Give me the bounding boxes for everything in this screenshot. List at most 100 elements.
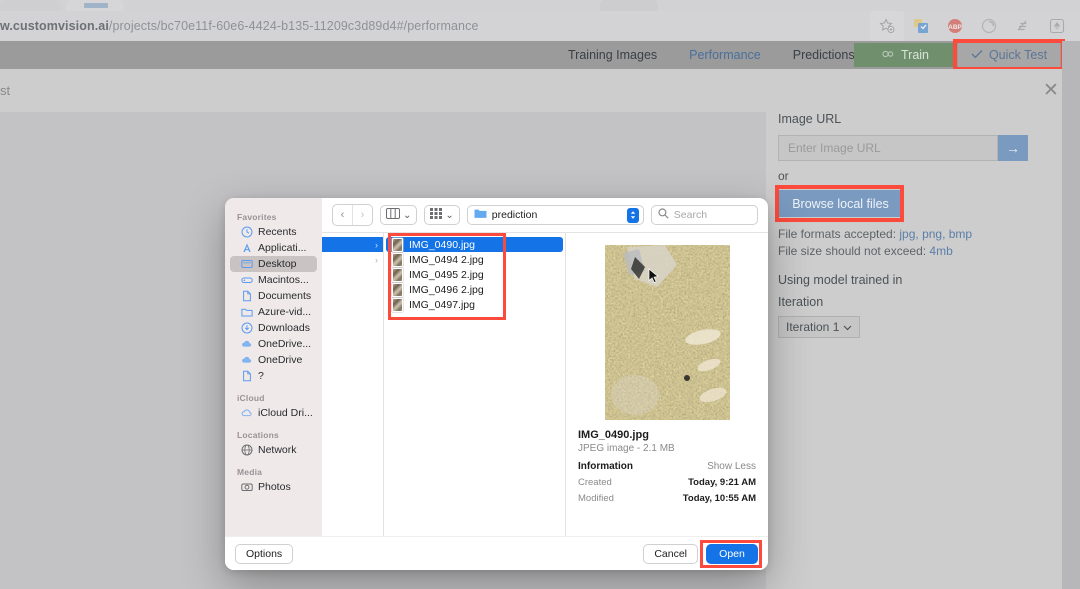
harddisk-icon [241,274,253,286]
adblock-plus-icon[interactable]: ABP [938,11,972,41]
star-add-icon[interactable] [870,11,904,41]
info-row-created: Created Today, 9:21 AM [578,477,756,488]
sidebar-group-icloud: iCloud [237,393,265,403]
file-dialog-sidebar: Favorites Recents Applicati... Desktop M… [225,198,322,536]
column-parent-row[interactable]: › [322,252,383,267]
info-key: Modified [578,493,614,504]
list-item[interactable]: IMG_0490.jpg [386,237,563,252]
sidebar-item-onedrive[interactable]: OneDrive [230,352,317,368]
info-value: Today, 10:55 AM [682,493,756,504]
sidebar-item-label: Desktop [258,258,297,270]
path-stepper-icon[interactable] [626,207,639,223]
image-preview [604,245,730,420]
sidebar-item-label: Applicati... [258,242,307,254]
sidebar-item-applications[interactable]: Applicati... [230,240,317,256]
show-less-toggle[interactable]: Show Less [707,461,756,472]
iteration-label: Iteration [778,295,824,309]
clock-icon [241,226,253,238]
image-file-icon [392,237,403,252]
list-item[interactable]: IMG_0497.jpg [386,297,563,312]
cloud-icon [241,338,253,350]
iteration-selected-value: Iteration 1 [786,320,840,334]
sidebar-item-label: Network [258,444,297,456]
file-formats-note: File formats accepted: jpg, png, bmp [778,226,1062,242]
group-by-button[interactable]: ⌄ [424,205,460,225]
options-button[interactable]: Options [235,543,294,564]
quick-test-label: Quick Test [988,48,1048,62]
sidebar-item-label: iCloud Dri... [258,407,313,419]
tab-training-images[interactable]: Training Images [552,48,673,62]
reader-icon[interactable] [1006,11,1040,41]
extension-icon[interactable] [904,11,938,41]
sidebar-item-documents[interactable]: Documents [230,288,317,304]
iteration-select[interactable]: Iteration 1 [778,316,860,338]
or-label: or [778,169,789,183]
sidebar-item-desktop[interactable]: Desktop [230,256,317,272]
camera-icon [241,481,253,493]
quick-test-button[interactable]: Quick Test [958,43,1060,67]
back-button[interactable]: ‹ [333,205,352,225]
column-parent-row[interactable]: › [322,237,383,252]
sidebar-item-macintosh-hd[interactable]: Macintos... [230,272,317,288]
file-name: IMG_0496 2.jpg [409,283,484,296]
search-icon [658,208,669,222]
image-file-icon [392,297,403,312]
search-input[interactable]: Search [650,205,758,225]
list-item[interactable]: IMG_0494 2.jpg [386,252,563,267]
path-popup-button[interactable]: prediction [466,205,644,225]
tab-performance[interactable]: Performance [673,48,777,62]
image-url-row: Enter Image URL → [778,135,1028,161]
sidebar-item-unknown[interactable]: ? [230,368,317,384]
sidebar-item-network[interactable]: Network [230,442,317,458]
sidebar-item-onedrive-business[interactable]: OneDrive... [230,336,317,352]
browser-tab[interactable] [600,0,658,11]
cancel-button[interactable]: Cancel [643,543,698,564]
list-item[interactable]: IMG_0495 2.jpg [386,267,563,282]
image-file-icon [392,267,403,282]
sidebar-item-recents[interactable]: Recents [230,224,317,240]
browser-tab-active[interactable] [66,0,124,11]
information-header: Information Show Less [578,461,756,472]
sidebar-group-media: Media [237,467,263,477]
sidebar-item-downloads[interactable]: Downloads [230,320,317,336]
size-value: 4mb [929,244,953,258]
info-value: Today, 9:21 AM [688,477,756,488]
information-title: Information [578,461,633,472]
sidebar-item-icloud-drive[interactable]: iCloud Dri... [230,405,317,421]
image-url-input[interactable]: Enter Image URL [778,135,998,161]
file-dialog-footer: Options Cancel Open [225,536,768,570]
using-model-label: Using model trained in [778,273,903,287]
column-view-icon [386,206,400,224]
submit-url-arrow-icon[interactable]: → [998,135,1028,161]
url-text: w.customvision.ai/projects/bc70e11f-60e6… [0,19,479,33]
sync-icon[interactable] [1040,11,1074,41]
file-name: IMG_0490.jpg [409,238,475,251]
icloud-icon [241,407,253,419]
sidebar-item-label: OneDrive... [258,338,312,350]
formats-value: jpg, png, bmp [899,227,973,241]
close-icon[interactable]: ✕ [1040,79,1062,101]
sidebar-item-label: OneDrive [258,354,303,366]
page-right-gutter [1062,41,1080,589]
image-url-label: Image URL [778,112,842,126]
navigation-buttons: ‹ › [332,204,373,226]
open-button[interactable]: Open [706,543,758,564]
sidebar-item-label: Macintos... [258,274,309,286]
sidebar-group-favorites: Favorites [237,212,277,222]
current-folder-name: prediction [491,209,538,221]
browser-tab[interactable] [0,0,60,11]
globe-icon [241,444,253,456]
folder-icon [241,306,253,318]
circle-icon[interactable] [972,11,1006,41]
browse-local-files-button[interactable]: Browse local files [778,190,903,217]
list-item[interactable]: IMG_0496 2.jpg [386,282,563,297]
sidebar-item-azure-vid[interactable]: Azure-vid... [230,304,317,320]
forward-button[interactable]: › [352,205,372,225]
sidebar-item-photos[interactable]: Photos [230,479,317,495]
image-file-icon [392,252,403,267]
view-mode-button[interactable]: ⌄ [380,205,418,225]
chevron-down-icon: ⌄ [445,209,454,221]
train-button-label: Train [900,48,929,62]
train-button[interactable]: Train [854,43,956,67]
file-dialog-main: Favorites Recents Applicati... Desktop M… [225,198,768,536]
